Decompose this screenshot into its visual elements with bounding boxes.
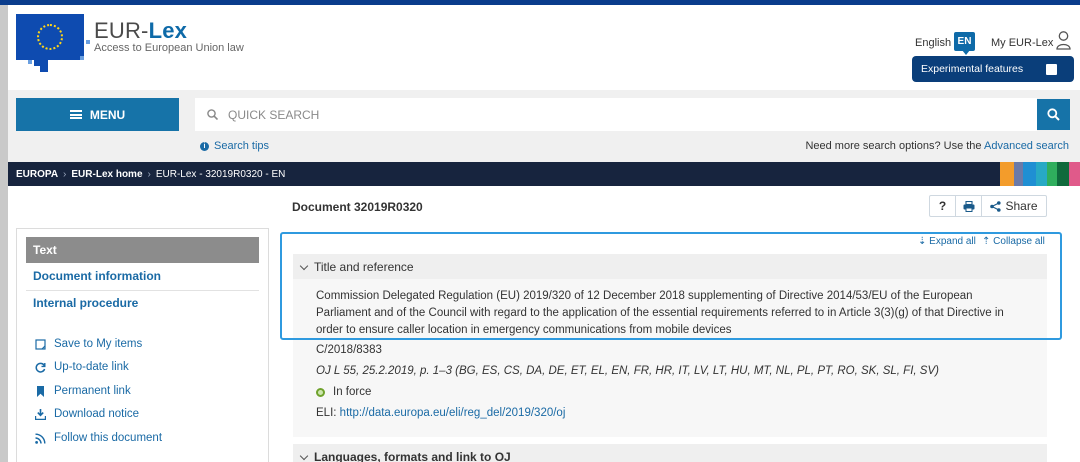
share-label: Share (1005, 199, 1038, 213)
quick-search-box[interactable] (195, 98, 1037, 131)
download-notice-label: Download notice (54, 408, 140, 420)
permanent-link[interactable]: Permanent link (33, 384, 131, 398)
logo-tail (34, 58, 48, 66)
document-number: Document 32019R0320 (292, 200, 423, 214)
status-badge: In force (316, 386, 371, 398)
color-band (1057, 162, 1069, 186)
info-icon: i (200, 141, 209, 151)
share-button[interactable]: Share (982, 196, 1046, 216)
brand-name[interactable]: EUR-Lex (94, 18, 187, 44)
breadcrumb: EUROPA › EUR-Lex home › EUR-Lex - 32019R… (8, 162, 1080, 186)
refresh-icon (33, 360, 47, 374)
save-to-my-items-label: Save to My items (54, 338, 143, 350)
section-languages-formats[interactable]: Languages, formats and link to OJ (293, 444, 1047, 462)
menu-label: MENU (89, 107, 126, 122)
oj-reference: OJ L 55, 25.2.2019, p. 1–3 (BG, ES, CS, … (316, 365, 939, 377)
color-band (1047, 162, 1057, 186)
print-icon (963, 200, 974, 212)
advanced-search-link[interactable]: Advanced search (984, 140, 1069, 152)
download-icon (33, 407, 47, 421)
color-bands (1000, 162, 1080, 186)
sidebar-item-document-information[interactable]: Document information (33, 269, 161, 283)
breadcrumb-eurlex-home[interactable]: EUR-Lex home (71, 169, 142, 186)
c-number: C/2018/8383 (316, 344, 382, 356)
eli-label: ELI: (316, 407, 337, 419)
expand-all-link[interactable]: ⇣ Expand all (918, 236, 976, 247)
experimental-features-checkbox[interactable] (1046, 64, 1057, 75)
status-dot-icon (316, 387, 325, 397)
search-tips-link[interactable]: i Search tips (200, 140, 269, 152)
menu-button[interactable]: MENU (16, 98, 179, 131)
help-button[interactable]: ? (930, 196, 956, 216)
user-icon[interactable] (1056, 30, 1071, 50)
advanced-search-text: Need more search options? Use the (805, 140, 982, 152)
color-band (1069, 162, 1080, 186)
bookmark-add-icon (33, 337, 47, 351)
my-eurlex-link[interactable]: My EUR-Lex (991, 37, 1053, 49)
color-band (1000, 162, 1014, 186)
left-rail (0, 5, 8, 462)
logo-pixel (80, 56, 84, 60)
logo-pixel (28, 60, 32, 64)
expand-all-label: Expand all (929, 236, 976, 247)
top-stripe (0, 0, 1080, 5)
print-button[interactable] (956, 196, 982, 216)
search-tips-label: Search tips (214, 140, 270, 152)
bookmark-icon (33, 384, 47, 398)
document-toolbar: ? Share (929, 195, 1047, 217)
breadcrumb-europa[interactable]: EUROPA (16, 169, 58, 186)
download-notice-link[interactable]: Download notice (33, 407, 139, 421)
eli-link[interactable]: http://data.europa.eu/eli/reg_del/2019/3… (340, 407, 566, 419)
quick-search-input[interactable] (228, 106, 1008, 124)
collapse-all-label: Collapse all (993, 236, 1045, 247)
tagline: Access to European Union law (94, 42, 244, 54)
rss-icon (33, 431, 47, 445)
search-icon (1047, 108, 1060, 121)
chevron-right-icon: › (147, 169, 151, 180)
follow-document-label: Follow this document (54, 432, 163, 444)
status-label: In force (333, 386, 372, 398)
color-band (1036, 162, 1047, 186)
logo-tail (40, 66, 48, 72)
permanent-link-label: Permanent link (54, 385, 131, 397)
language-code-badge[interactable]: EN (954, 32, 975, 55)
search-icon (207, 109, 218, 120)
eli-line: ELI: http://data.europa.eu/eli/reg_del/2… (316, 407, 565, 419)
share-icon (990, 200, 1002, 212)
chevron-right-icon: › (63, 169, 67, 180)
eu-flag-icon (16, 14, 84, 60)
advanced-search-prompt: Need more search options? Use the Advanc… (805, 140, 1069, 152)
up-to-date-label: Up-to-date link (54, 361, 129, 373)
follow-document-link[interactable]: Follow this document (33, 431, 162, 445)
logo-pixel (86, 40, 90, 44)
sidebar-item-text[interactable]: Text (26, 237, 259, 263)
sidebar-item-internal-procedure[interactable]: Internal procedure (33, 296, 138, 310)
document-title: Commission Delegated Regulation (EU) 201… (316, 290, 1004, 336)
collapse-all-link[interactable]: ⇡ Collapse all (982, 236, 1045, 247)
search-button[interactable] (1037, 99, 1070, 130)
up-to-date-link[interactable]: Up-to-date link (33, 360, 129, 374)
language-selector[interactable]: English (915, 37, 951, 49)
sidebar-divider (26, 290, 259, 291)
experimental-features-label: Experimental features (921, 63, 1024, 75)
color-band (1014, 162, 1023, 186)
breadcrumb-current: EUR-Lex - 32019R0320 - EN (155, 169, 286, 180)
save-to-my-items-link[interactable]: Save to My items (33, 337, 142, 351)
color-band (1023, 162, 1036, 186)
hamburger-icon (69, 110, 82, 119)
